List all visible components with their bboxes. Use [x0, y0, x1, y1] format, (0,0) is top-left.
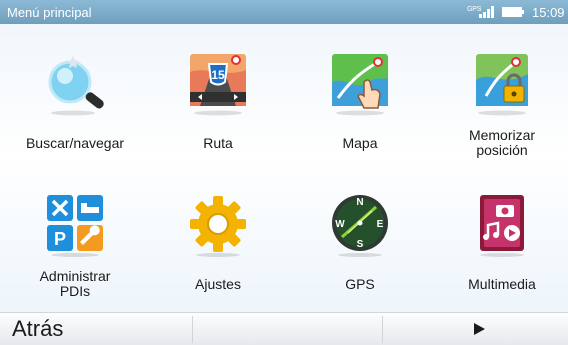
clock: 15:09 [532, 5, 565, 20]
back-label: Atrás [12, 316, 64, 341]
next-button[interactable] [383, 313, 568, 345]
battery-icon [502, 7, 524, 17]
menu-item-label: Multimedia [468, 276, 536, 292]
menu-item-ajustes[interactable]: Ajustes [158, 193, 278, 323]
back-button[interactable]: Atrás [0, 313, 192, 345]
compass-icon: N S W E [332, 195, 388, 257]
gps-label: GPS [467, 6, 482, 13]
gear-icon [190, 196, 246, 257]
menu-item-gps[interactable]: N S W E GPS [300, 193, 420, 323]
menu-item-label: Buscar/navegar [25, 135, 125, 151]
svg-text:E: E [377, 219, 384, 230]
menu-item-label: Administrar PDIs [39, 268, 111, 299]
menu-item-ruta[interactable]: 15 Ruta [158, 52, 278, 182]
svg-text:15: 15 [211, 68, 225, 82]
menu-item-buscar-navegar[interactable]: Buscar/navegar [15, 52, 135, 182]
svg-text:P: P [54, 229, 66, 249]
svg-text:N: N [356, 197, 363, 208]
status-bar: Menú principal GPS 15:09 [0, 0, 568, 24]
menu-item-administrar-pdis[interactable]: P Administrar PDIs [15, 193, 135, 323]
menu-item-label: Memorizar posición [468, 127, 536, 158]
menu-item-memorizar-posicion[interactable]: Memorizar posición [442, 52, 562, 182]
main-menu-screen: Menú principal GPS 15:09 Buscar/navegar … [0, 0, 568, 345]
next-arrow-icon [474, 323, 485, 335]
menu-item-label: Ruta [203, 135, 233, 151]
menu-item-multimedia[interactable]: Multimedia [442, 193, 562, 323]
menu-item-label: Mapa [342, 135, 378, 151]
menu-item-mapa[interactable]: Mapa [300, 52, 420, 182]
magnifier-search-icon [48, 56, 104, 116]
gps-signal-icon: GPS [467, 6, 495, 18]
map-touch-icon [332, 54, 388, 116]
screen-title: Menú principal [7, 5, 92, 20]
multimedia-icon [480, 195, 524, 257]
save-position-icon [476, 54, 528, 116]
menu-item-label: Ajustes [195, 276, 241, 292]
svg-text:W: W [335, 219, 345, 230]
poi-grid-icon: P [47, 195, 103, 257]
route-map-icon: 15 [190, 54, 246, 116]
bottom-bar: Atrás [0, 312, 568, 345]
empty-bottom-button [193, 313, 382, 345]
menu-item-label: GPS [345, 276, 375, 292]
svg-text:S: S [357, 239, 364, 250]
